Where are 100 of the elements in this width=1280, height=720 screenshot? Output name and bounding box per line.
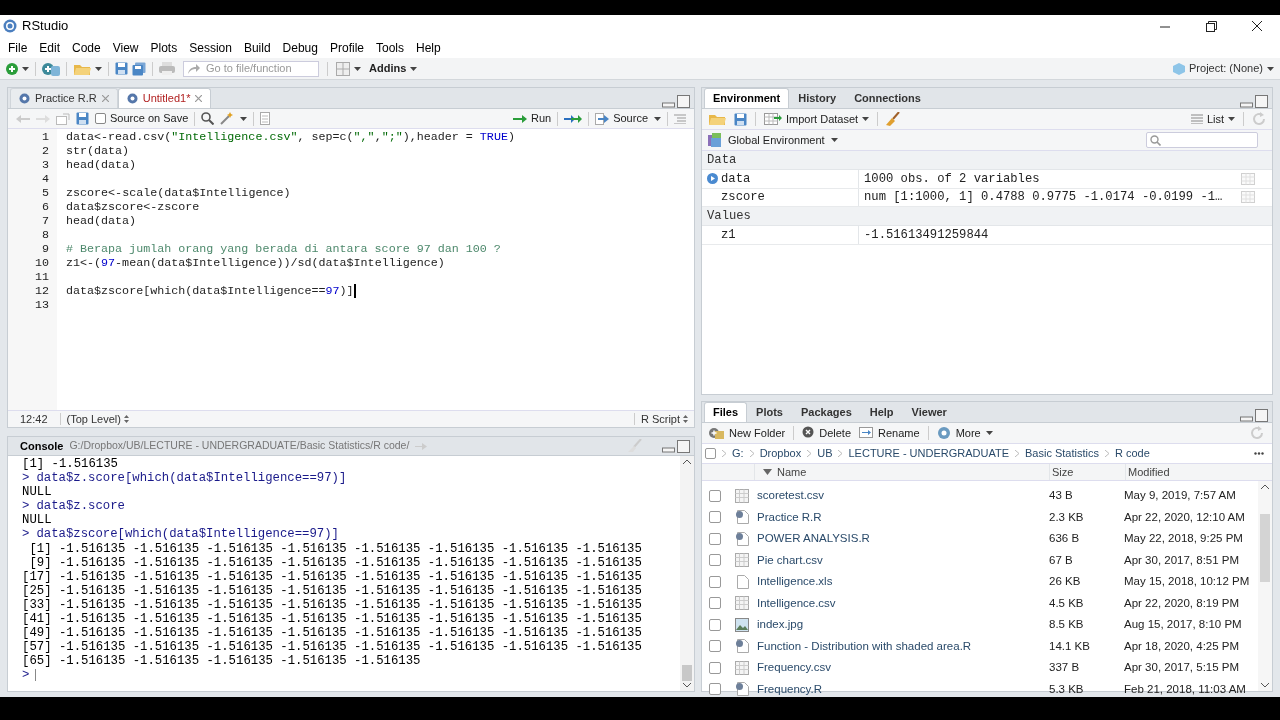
menu-item[interactable]: Tools [370,38,410,57]
menu-item[interactable]: Edit [33,38,67,57]
menu-item[interactable]: Profile [323,38,370,57]
caret-icon[interactable] [95,66,102,71]
checkbox[interactable] [709,597,721,610]
broom-icon[interactable] [886,112,901,126]
checkbox[interactable] [709,554,721,567]
maximize-pane-icon[interactable] [677,439,690,453]
checkbox[interactable] [709,575,721,588]
table-view-icon[interactable] [1241,191,1255,204]
show-in-window-icon[interactable] [56,112,70,125]
file-link[interactable]: Frequency.R [757,680,822,697]
menu-item[interactable]: Plots [144,38,184,57]
pane-tab[interactable]: Environment [704,88,790,108]
breadcrumb-link[interactable]: Basic Statistics [1025,445,1099,462]
maximize-pane-icon[interactable] [1255,409,1268,422]
scrollbar-thumb[interactable] [682,665,692,681]
save-icon[interactable] [115,62,128,75]
toolbar-button[interactable]: New Folder [708,424,786,442]
menu-item[interactable]: View [106,38,145,57]
menu-item[interactable]: Session [183,38,238,57]
file-link[interactable]: Frequency.csv [757,659,831,677]
source-on-save-checkbox[interactable]: Source on Save [95,110,189,127]
search-field[interactable] [1146,132,1258,148]
toolbar-button[interactable]: More [936,424,993,442]
scrollbar[interactable] [1258,481,1272,691]
magic-wand-icon[interactable] [220,112,235,125]
menu-item[interactable]: File [2,38,34,57]
caret-icon[interactable] [354,66,361,71]
pane-tab[interactable]: History [789,88,846,108]
go-to-file-field[interactable]: Go to file/function [183,60,319,77]
pane-tab[interactable]: Plots [747,402,792,422]
back-icon[interactable] [16,113,30,124]
environment-menu[interactable]: Global Environment [708,131,838,149]
environment-row[interactable]: data 1000 obs. of 2 variables [702,170,1272,189]
print-icon[interactable] [159,62,175,75]
file-link[interactable]: Function - Distribution with shaded area.R [757,637,972,655]
editor-tab[interactable]: Practice R.R [10,88,118,108]
file-type-menu[interactable]: R Script [634,410,694,428]
checkbox[interactable] [709,489,721,502]
column-header[interactable]: Modified [1126,463,1170,481]
column-header[interactable]: Size [1050,464,1126,480]
checkbox[interactable] [709,661,721,674]
pane-tab[interactable]: Packages [792,402,861,422]
breadcrumb-link[interactable]: Dropbox [759,445,802,462]
file-link[interactable]: Intelligence.csv [757,594,836,612]
environment-row[interactable]: z1 -1.51613491259844 [702,226,1272,245]
save-icon[interactable] [734,112,747,126]
project-menu[interactable]: Project: (None) [1173,60,1274,77]
file-link[interactable]: index.jpg [757,616,804,634]
file-link[interactable]: Pie chart.csv [757,551,823,569]
pane-tab[interactable]: Help [860,402,903,422]
toolbar-button[interactable]: Rename [859,424,920,442]
scrollbar[interactable] [680,456,694,691]
maximize-pane-icon[interactable] [1255,95,1268,108]
rerun-icon[interactable] [564,113,583,124]
file-link[interactable]: POWER ANALYSIS.R [757,530,870,548]
expand-icon[interactable] [707,173,718,185]
editor-tab[interactable]: Untitled1* [117,88,212,108]
column-header[interactable]: Name [755,464,1050,480]
menu-item[interactable]: Debug [276,38,324,57]
outline-icon[interactable] [674,113,686,124]
source-button[interactable]: Source [595,110,648,127]
caret-icon[interactable] [22,66,29,71]
checkbox[interactable] [709,532,721,545]
view-mode-menu[interactable]: List [1190,110,1235,128]
more-icon[interactable] [1254,452,1264,455]
toolbar-button[interactable]: Delete [802,424,852,442]
maximize-pane-icon[interactable] [677,95,690,108]
table-view-icon[interactable] [1241,172,1255,185]
scope-menu[interactable]: (Top Level) [60,410,135,428]
checkbox[interactable] [709,618,721,631]
save-icon[interactable] [76,112,89,125]
pane-tab[interactable]: Viewer [902,402,956,422]
addins-menu[interactable]: Addins [369,60,418,77]
breadcrumb-link[interactable]: R code [1115,445,1150,462]
notebook-icon[interactable] [260,112,271,125]
checkbox[interactable] [709,511,721,524]
menu-item[interactable]: Code [66,38,107,57]
save-all-icon[interactable] [132,61,146,76]
run-button[interactable]: Run [512,110,552,127]
open-folder-icon[interactable] [708,112,726,126]
breadcrumb-link[interactable]: G: [732,445,744,462]
import-dataset-button[interactable]: Import Dataset [764,110,870,128]
caret-icon[interactable] [654,116,661,121]
pane-tab[interactable]: Connections [845,88,930,108]
search-icon[interactable] [201,112,215,125]
file-link[interactable]: Intelligence.xls [757,573,833,591]
new-project-icon[interactable] [42,61,60,76]
breadcrumb-link[interactable]: LECTURE - UNDERGRADUATE [848,445,1009,462]
file-link[interactable]: scoretest.csv [757,487,825,505]
scrollbar-thumb[interactable] [1260,514,1270,582]
menu-item[interactable]: Build [237,38,277,57]
checkbox[interactable] [709,640,721,653]
checkbox[interactable] [709,683,721,696]
breadcrumb-link[interactable]: UB [817,445,833,462]
file-link[interactable]: Practice R.R [757,508,822,526]
select-all-checkbox[interactable] [705,448,716,459]
menu-item[interactable]: Help [410,38,447,57]
pane-tab[interactable]: Files [704,402,748,422]
